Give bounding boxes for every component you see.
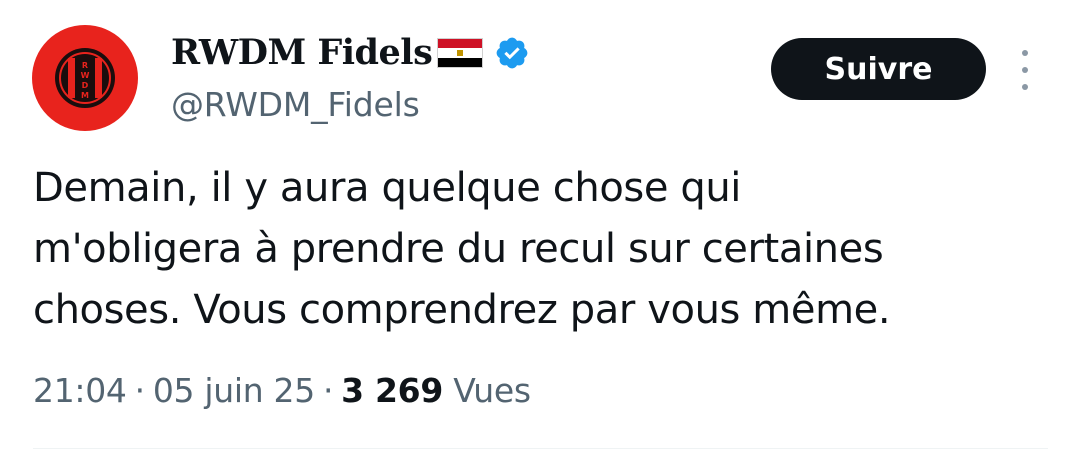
tweet-time[interactable]: 21:04	[33, 371, 127, 410]
logo-letter-w: W	[81, 71, 90, 80]
tweet-text: Demain, il y aura quelque chose qui m'ob…	[33, 158, 1053, 341]
meta-separator: ·	[322, 371, 334, 410]
views-label: Vues	[453, 371, 531, 410]
follow-button[interactable]: Suivre	[771, 38, 986, 100]
meta-separator: ·	[134, 371, 146, 410]
logo-letter-m: M	[81, 91, 89, 100]
tweet-text-line: Demain, il y aura quelque chose qui	[33, 165, 742, 211]
divider	[33, 448, 1048, 449]
logo-letter-d: D	[82, 81, 89, 90]
egypt-flag-icon	[437, 38, 483, 68]
tweet-text-line: m'obligera à prendre du recul sur certai…	[33, 226, 884, 272]
author-name[interactable]: RWDM Fidels	[171, 30, 433, 76]
logo-letter-r: R	[82, 61, 88, 70]
rwdm-logo-icon: R W D M	[55, 48, 115, 108]
more-dot	[1022, 67, 1028, 73]
more-dot	[1022, 84, 1028, 90]
tweet-date[interactable]: 05 juin 25	[153, 371, 315, 410]
verified-badge-icon	[496, 37, 528, 69]
tweet-meta: 21:04 · 05 juin 25 · 3 269 Vues	[33, 369, 531, 413]
author-handle[interactable]: @RWDM_Fidels	[171, 84, 420, 126]
more-options-icon[interactable]	[1015, 50, 1035, 90]
avatar[interactable]: R W D M	[32, 25, 138, 131]
more-dot	[1022, 50, 1028, 56]
views-count[interactable]: 3 269	[341, 371, 443, 410]
tweet-card: R W D M RWDM Fidels @RWDM_Fidels Suivre …	[0, 0, 1079, 465]
tweet-text-line: choses. Vous comprendrez par vous même.	[33, 287, 891, 333]
